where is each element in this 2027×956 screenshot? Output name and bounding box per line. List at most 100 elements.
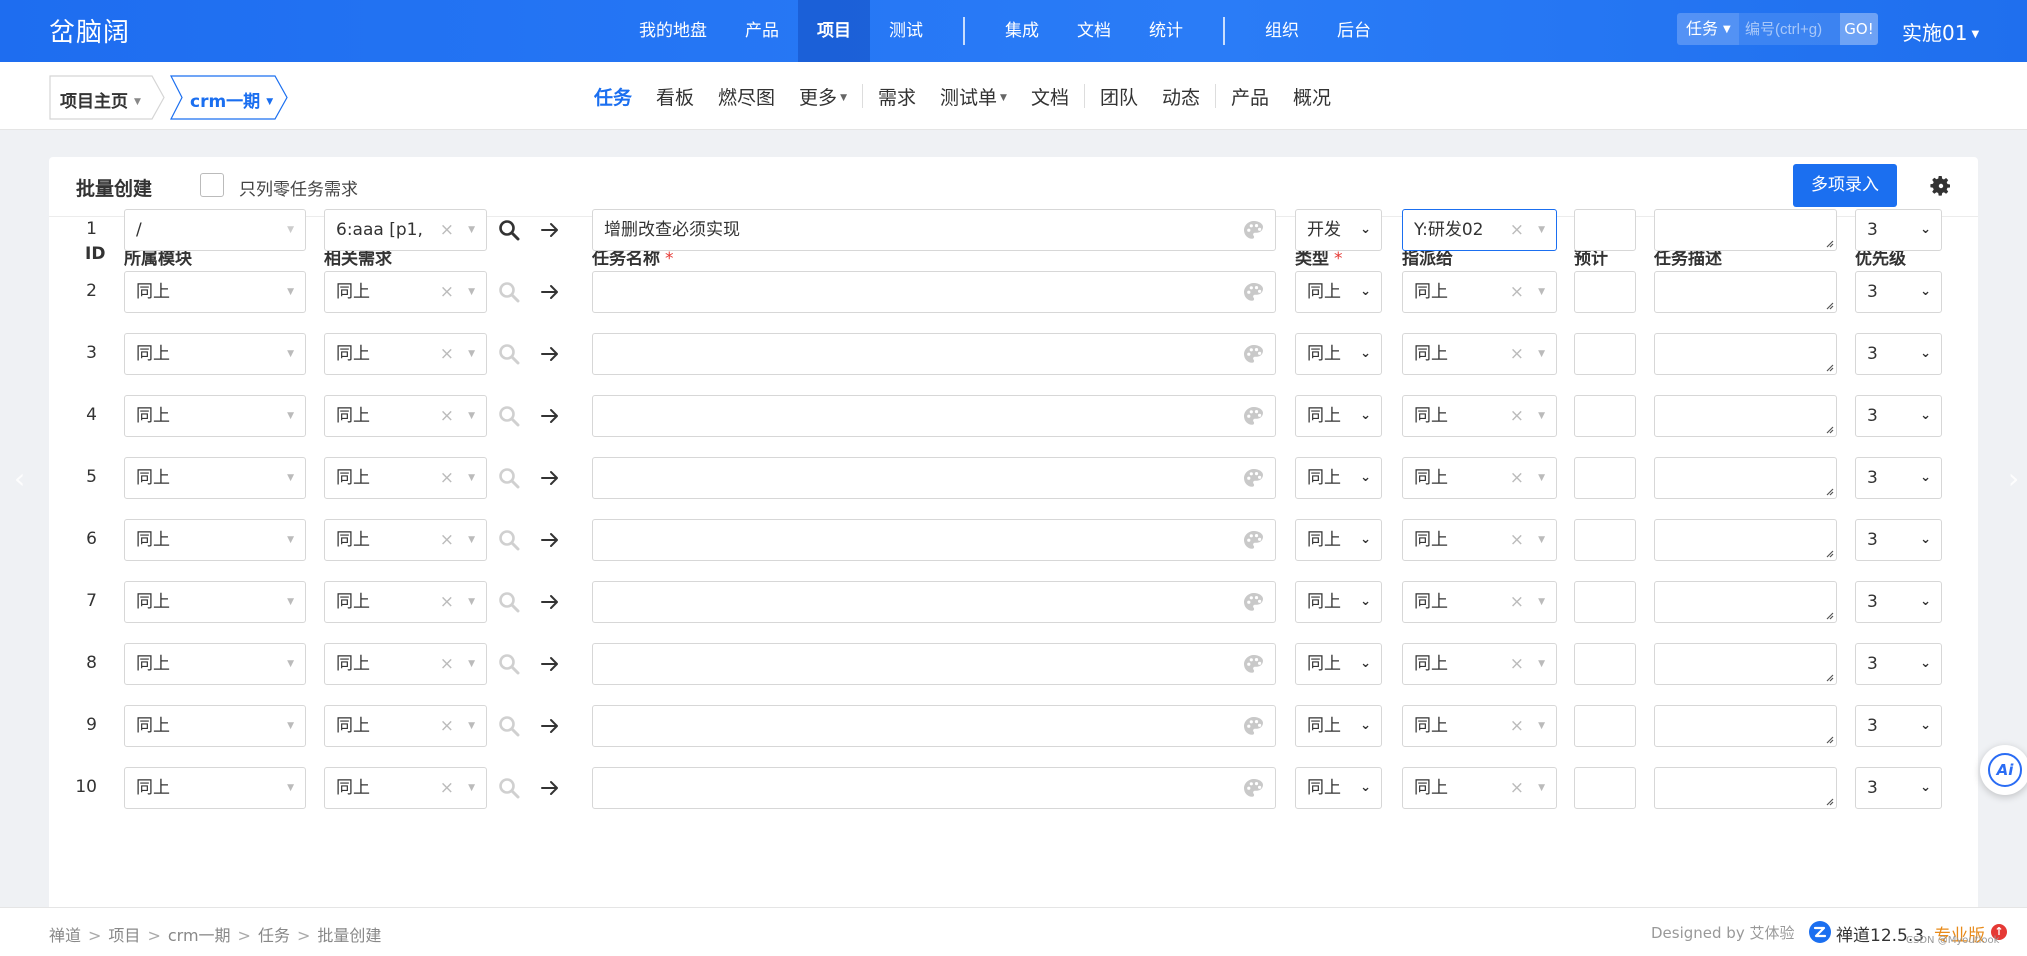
type-select[interactable]: 同上 ⌄ [1295,581,1382,623]
tab-doc[interactable]: 文档 [1019,83,1081,110]
resize-grip-icon[interactable] [1824,610,1834,620]
search-icon[interactable] [498,777,520,799]
clear-icon[interactable]: × [440,768,454,808]
estimate-input[interactable] [1574,209,1636,251]
tab-team[interactable]: 团队 [1088,83,1150,110]
assign-select[interactable]: 同上 × ▼ [1402,767,1557,809]
clear-icon[interactable]: × [1510,334,1524,374]
clear-icon[interactable]: × [440,334,454,374]
priority-select[interactable]: 3 ⌄ [1855,767,1942,809]
type-select[interactable]: 同上 ⌄ [1295,457,1382,499]
arrow-right-icon[interactable] [540,282,560,302]
palette-icon[interactable] [1242,777,1266,801]
resize-grip-icon[interactable] [1824,238,1834,248]
arrow-right-icon[interactable] [540,654,560,674]
type-select[interactable]: 同上 ⌄ [1295,333,1382,375]
nav-admin[interactable]: 后台 [1318,0,1390,62]
resize-grip-icon[interactable] [1824,796,1834,806]
prev-arrow-icon[interactable]: ‹ [14,462,25,495]
tab-more[interactable]: 更多 ▼ [787,83,859,110]
clear-icon[interactable]: × [1510,210,1524,250]
module-select[interactable]: 同上 ▼ [124,767,306,809]
task-name-input[interactable] [592,395,1276,437]
gear-icon[interactable] [1929,174,1953,198]
arrow-right-icon[interactable] [540,344,560,364]
task-name-input[interactable] [592,519,1276,561]
palette-icon[interactable] [1242,343,1266,367]
resize-grip-icon[interactable] [1824,300,1834,310]
story-select[interactable]: 6:aaa [p1, × ▼ [324,209,487,251]
tab-kanban[interactable]: 看板 [644,83,706,110]
priority-select[interactable]: 3 ⌄ [1855,519,1942,561]
user-menu[interactable]: 实施01 ▼ [1902,17,1979,46]
task-desc-textarea[interactable] [1654,581,1837,623]
assign-select[interactable]: Y:研发02 × ▼ [1402,209,1557,251]
zero-task-story-label[interactable]: 只列零任务需求 [239,175,358,200]
priority-select[interactable]: 3 ⌄ [1855,705,1942,747]
clear-icon[interactable]: × [440,396,454,436]
resize-grip-icon[interactable] [1824,672,1834,682]
clear-icon[interactable]: × [1510,396,1524,436]
nav-test[interactable]: 测试 [870,0,942,62]
module-select[interactable]: 同上 ▼ [124,705,306,747]
search-icon[interactable] [498,715,520,737]
story-select[interactable]: 同上 × ▼ [324,767,487,809]
tab-burndown[interactable]: 燃尽图 [706,83,787,110]
assign-select[interactable]: 同上 × ▼ [1402,519,1557,561]
priority-select[interactable]: 3 ⌄ [1855,395,1942,437]
task-desc-textarea[interactable] [1654,333,1837,375]
task-desc-textarea[interactable] [1654,271,1837,313]
task-name-input[interactable] [592,271,1276,313]
palette-icon[interactable] [1242,467,1266,491]
task-desc-textarea[interactable] [1654,519,1837,561]
priority-select[interactable]: 3 ⌄ [1855,209,1942,251]
clear-icon[interactable]: × [1510,520,1524,560]
story-select[interactable]: 同上 × ▼ [324,705,487,747]
clear-icon[interactable]: × [440,582,454,622]
estimate-input[interactable] [1574,457,1636,499]
palette-icon[interactable] [1242,591,1266,615]
task-desc-textarea[interactable] [1654,643,1837,685]
estimate-input[interactable] [1574,767,1636,809]
breadcrumb-project-home[interactable]: 项目主页 ▼ [49,75,166,120]
tab-testtask[interactable]: 测试单 ▼ [928,83,1019,110]
clear-icon[interactable]: × [1510,582,1524,622]
tab-product[interactable]: 产品 [1219,83,1281,110]
story-select[interactable]: 同上 × ▼ [324,395,487,437]
task-desc-textarea[interactable] [1654,705,1837,747]
search-icon[interactable] [498,219,520,241]
estimate-input[interactable] [1574,705,1636,747]
search-icon[interactable] [498,653,520,675]
assign-select[interactable]: 同上 × ▼ [1402,643,1557,685]
clear-icon[interactable]: × [1510,768,1524,808]
search-icon[interactable] [498,467,520,489]
module-select[interactable]: 同上 ▼ [124,395,306,437]
story-select[interactable]: 同上 × ▼ [324,643,487,685]
next-arrow-icon[interactable]: › [2008,462,2019,495]
estimate-input[interactable] [1574,333,1636,375]
story-select[interactable]: 同上 × ▼ [324,457,487,499]
tab-dynamic[interactable]: 动态 [1150,83,1212,110]
arrow-right-icon[interactable] [540,468,560,488]
arrow-right-icon[interactable] [540,778,560,798]
footer-crumb-task[interactable]: 任务 [258,926,290,945]
task-name-input[interactable] [592,457,1276,499]
resize-grip-icon[interactable] [1824,548,1834,558]
estimate-input[interactable] [1574,581,1636,623]
nav-my-dashboard[interactable]: 我的地盘 [620,0,726,62]
priority-select[interactable]: 3 ⌄ [1855,457,1942,499]
designed-by[interactable]: Designed by 艾体验 [1651,922,1794,943]
arrow-right-icon[interactable] [540,220,560,240]
search-icon[interactable] [498,591,520,613]
tab-overview[interactable]: 概况 [1281,83,1343,110]
assign-select[interactable]: 同上 × ▼ [1402,581,1557,623]
clear-icon[interactable]: × [440,706,454,746]
clear-icon[interactable]: × [1510,706,1524,746]
clear-icon[interactable]: × [1510,272,1524,312]
tab-story[interactable]: 需求 [866,83,928,110]
palette-icon[interactable] [1242,281,1266,305]
clear-icon[interactable]: × [440,210,454,250]
task-name-input[interactable] [592,705,1276,747]
resize-grip-icon[interactable] [1824,362,1834,372]
footer-crumb-crm[interactable]: crm一期 [168,926,231,945]
